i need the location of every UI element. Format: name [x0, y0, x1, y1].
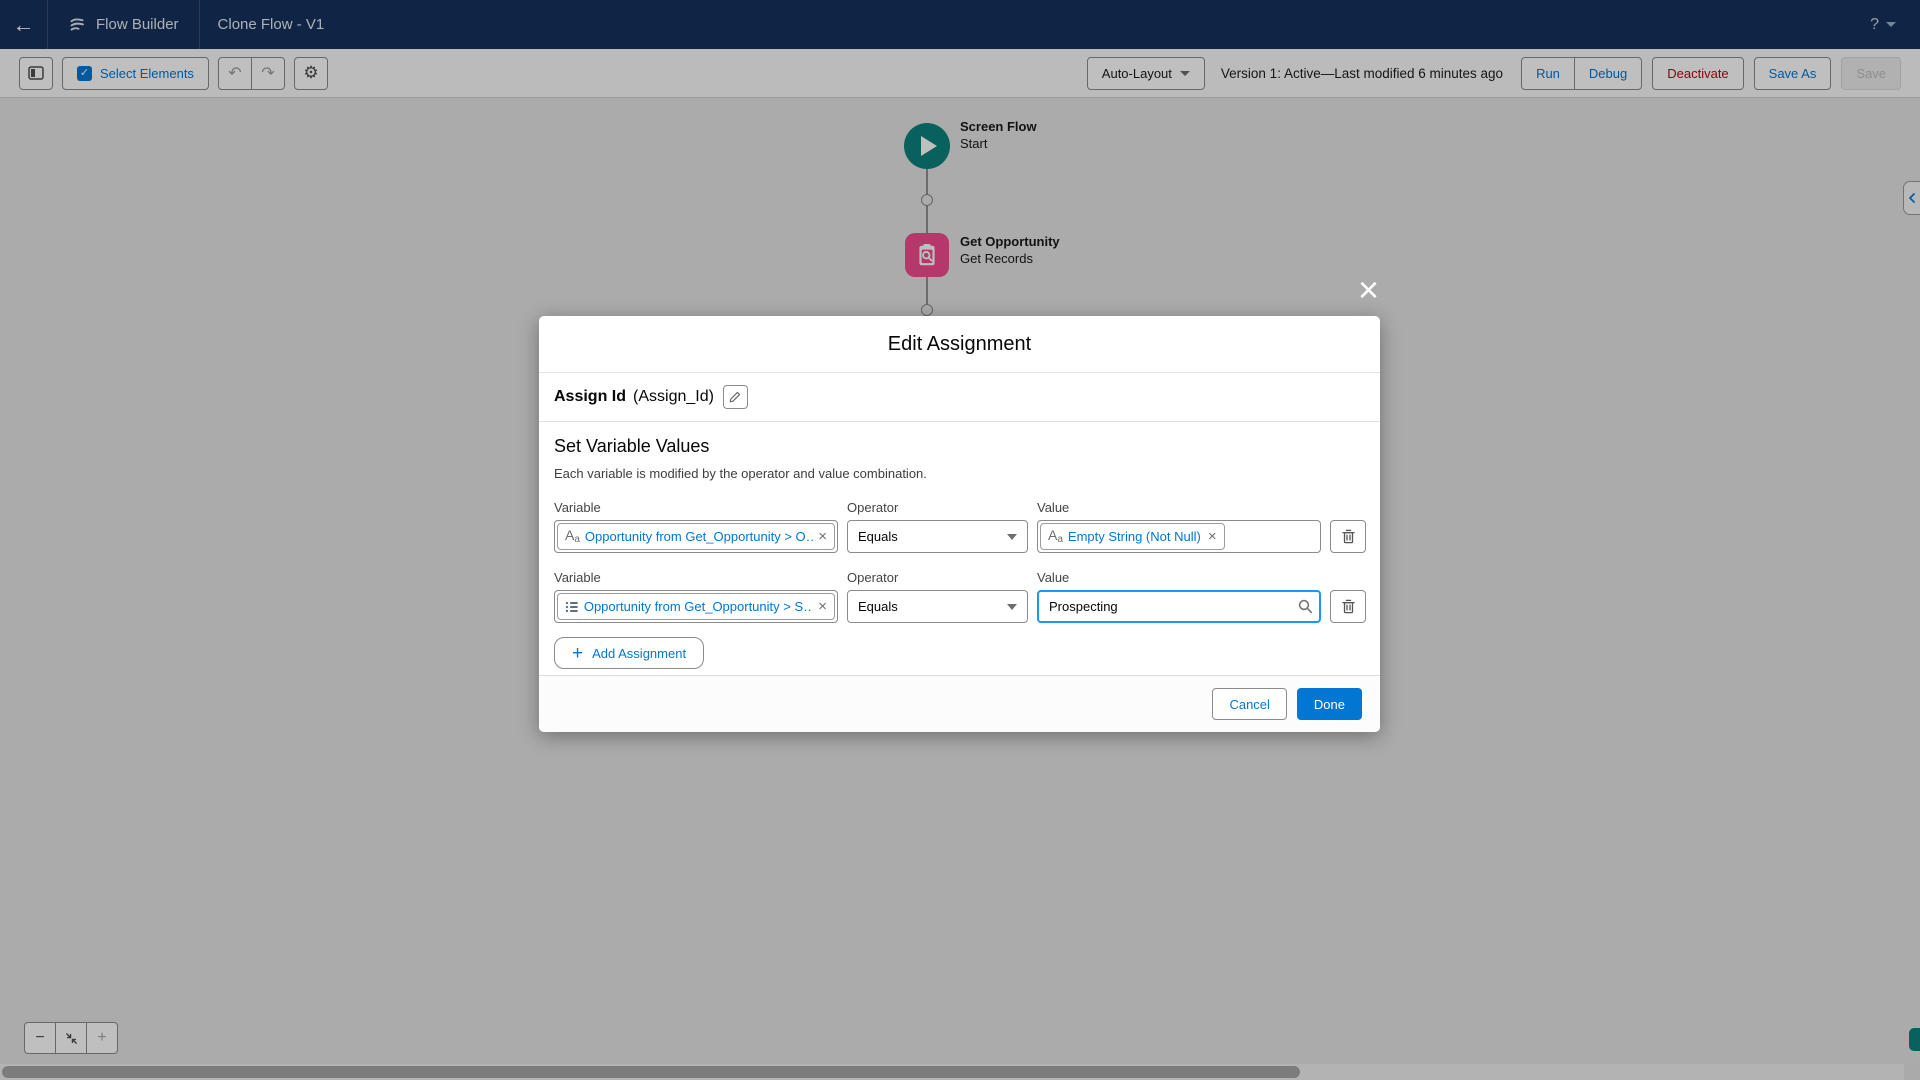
- value-pill[interactable]: Aa Empty String (Not Null) ×: [1040, 523, 1225, 550]
- variable-pill[interactable]: Aa Opportunity from Get_Opportunity > O……: [557, 523, 835, 550]
- add-assignment-button[interactable]: + Add Assignment: [554, 637, 705, 669]
- search-icon: [1298, 599, 1313, 614]
- add-assignment-label: Add Assignment: [592, 645, 687, 661]
- cancel-button[interactable]: Cancel: [1212, 688, 1287, 720]
- chevron-down-icon: [1007, 603, 1017, 610]
- delete-assignment-button[interactable]: [1330, 590, 1366, 623]
- plus-icon: +: [572, 642, 584, 664]
- value-field[interactable]: Aa Empty String (Not Null) ×: [1037, 520, 1321, 553]
- value-label: Value: [1037, 500, 1070, 515]
- assignment-api-name: (Assign_Id): [633, 388, 714, 405]
- modal-body: Set Variable Values Each variable is mod…: [539, 436, 1380, 669]
- modal-close-button[interactable]: ×: [1358, 272, 1379, 308]
- assignment-row: Variable Opportunity from Get_Opportunit…: [554, 570, 1366, 623]
- modal-footer: Cancel Done: [539, 675, 1380, 732]
- variable-label: Variable: [554, 500, 601, 515]
- trash-icon: [1341, 599, 1355, 614]
- assignment-row: Variable Aa Opportunity from Get_Opportu…: [554, 500, 1366, 553]
- assignment-name: Assign Id: [554, 388, 627, 405]
- operator-label: Operator: [847, 500, 899, 515]
- trash-icon: [1341, 529, 1355, 544]
- remove-pill-icon[interactable]: ×: [1208, 529, 1217, 544]
- remove-pill-icon[interactable]: ×: [818, 529, 827, 544]
- operator-value: Equals: [858, 599, 898, 614]
- remove-pill-icon[interactable]: ×: [818, 599, 827, 614]
- delete-assignment-button[interactable]: [1330, 520, 1366, 553]
- close-icon: ×: [1358, 269, 1380, 310]
- variable-pill-text: Opportunity from Get_Opportunity > S…: [583, 599, 814, 614]
- text-type-icon: Aa: [565, 527, 580, 545]
- variable-field[interactable]: Opportunity from Get_Opportunity > S… ×: [554, 590, 838, 623]
- flow-builder-app: ← Flow Builder Clone Flow - V1 ? ✓ Selec…: [0, 0, 1920, 1080]
- variable-field[interactable]: Aa Opportunity from Get_Opportunity > O……: [554, 520, 838, 553]
- done-button[interactable]: Done: [1296, 688, 1362, 720]
- picklist-icon: [565, 601, 578, 612]
- text-type-icon: Aa: [1048, 527, 1063, 545]
- operator-select[interactable]: Equals: [847, 520, 1028, 553]
- assignment-name-row: Assign Id (Assign_Id): [539, 373, 1380, 422]
- section-description: Each variable is modified by the operato…: [554, 466, 927, 481]
- variable-pill-text: Opportunity from Get_Opportunity > O…: [584, 529, 814, 544]
- variable-label: Variable: [554, 570, 601, 585]
- operator-label: Operator: [847, 570, 899, 585]
- variable-pill[interactable]: Opportunity from Get_Opportunity > S… ×: [557, 593, 835, 620]
- pencil-icon: [730, 391, 741, 403]
- section-heading: Set Variable Values: [554, 436, 710, 456]
- modal-title: Edit Assignment: [539, 316, 1380, 373]
- edit-name-button[interactable]: [722, 385, 748, 409]
- edit-assignment-modal: Edit Assignment Assign Id (Assign_Id) Se…: [539, 316, 1380, 732]
- value-pill-text: Empty String (Not Null): [1067, 529, 1201, 544]
- operator-value: Equals: [858, 529, 898, 544]
- value-search-input[interactable]: [1037, 590, 1321, 623]
- chevron-down-icon: [1007, 533, 1017, 540]
- value-label: Value: [1037, 570, 1070, 585]
- operator-select[interactable]: Equals: [847, 590, 1028, 623]
